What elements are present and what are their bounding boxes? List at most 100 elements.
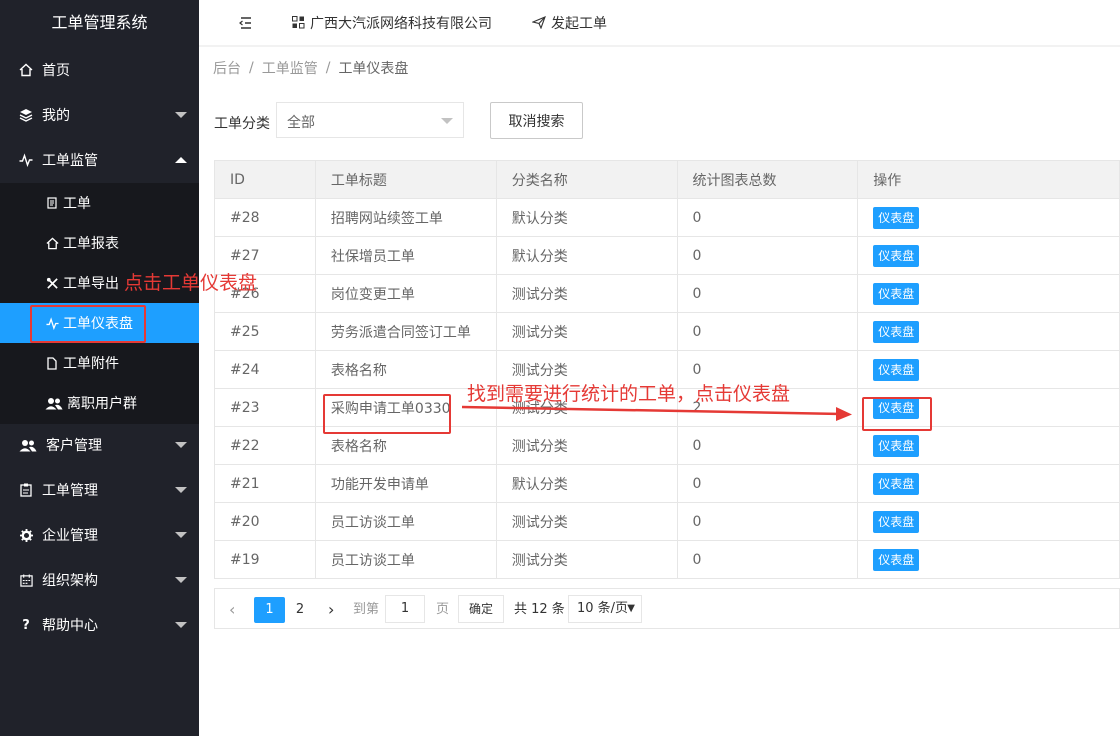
- chevron-down-icon: [175, 577, 187, 583]
- file-icon: [45, 356, 59, 370]
- category-select[interactable]: 全部: [276, 102, 464, 138]
- total-count: 共 12 条: [514, 602, 565, 617]
- page-size-value: 10 条/页: [577, 601, 629, 616]
- sidebar-subitem-attachment[interactable]: 工单附件: [0, 343, 199, 383]
- annotation-text-table: 找到需要进行统计的工单，点击仪表盘: [467, 383, 791, 405]
- annotation-box-row: [323, 394, 451, 434]
- cell-category: 默认分类: [495, 198, 678, 237]
- chevron-up-icon: [175, 157, 187, 163]
- cell-category: 测试分类: [495, 312, 678, 351]
- chevron-down-icon: [175, 622, 187, 628]
- cell-count: 0: [676, 312, 859, 351]
- cell-count: 0: [676, 236, 859, 275]
- prev-page-icon[interactable]: ‹: [229, 597, 235, 623]
- cell-id: #22: [214, 426, 316, 465]
- layers-icon: [19, 108, 33, 122]
- users-icon: [45, 396, 63, 410]
- send-icon: [532, 16, 546, 29]
- cell-category: 默认分类: [495, 464, 678, 503]
- cell-category: 测试分类: [495, 540, 678, 579]
- sidebar-item-ticket-manage[interactable]: 工单管理: [0, 470, 199, 510]
- cell-count: 0: [676, 502, 859, 541]
- cell-category: 测试分类: [495, 502, 678, 541]
- dashboard-button[interactable]: 仪表盘: [873, 548, 920, 571]
- create-ticket-label: 发起工单: [551, 15, 607, 32]
- breadcrumb-item-supervision[interactable]: 工单监管: [262, 58, 318, 78]
- chevron-down-icon: [175, 442, 187, 448]
- breadcrumb: 后台 / 工单监管 / 工单仪表盘: [199, 47, 1120, 89]
- sidebar-subitem-ticket[interactable]: 工单: [0, 183, 199, 223]
- cell-count: 0: [676, 464, 859, 503]
- chevron-down-icon: [175, 487, 187, 493]
- cell-title: 岗位变更工单: [314, 274, 497, 313]
- dashboard-button[interactable]: 仪表盘: [873, 358, 920, 381]
- cell-count: 0: [676, 426, 859, 465]
- page-1-button[interactable]: 1: [254, 597, 285, 623]
- menu-toggle-icon[interactable]: [237, 0, 253, 45]
- tools-icon: [45, 276, 59, 290]
- dashboard-button[interactable]: 仪表盘: [873, 244, 920, 267]
- cell-action: 仪表盘: [857, 312, 1120, 351]
- cell-title: 员工访谈工单: [314, 502, 497, 541]
- page-2-button[interactable]: 2: [291, 597, 309, 623]
- table-row: #28 招聘网站续签工单 默认分类 0 仪表盘: [214, 198, 1120, 237]
- sidebar-item-mine[interactable]: 我的: [0, 95, 199, 135]
- table-row: #19 员工访谈工单 测试分类 0 仪表盘: [214, 540, 1120, 579]
- sidebar-item-customers[interactable]: 客户管理: [0, 425, 199, 465]
- cell-category: 测试分类: [495, 274, 678, 313]
- cell-action: 仪表盘: [857, 426, 1120, 465]
- company-name: 广西大汽派网络科技有限公司: [310, 15, 492, 32]
- sidebar-item-enterprise[interactable]: 企业管理: [0, 515, 199, 555]
- sidebar-item-org[interactable]: 组织架构: [0, 560, 199, 600]
- table-row: #27 社保增员工单 默认分类 0 仪表盘: [214, 236, 1120, 275]
- users-icon: [19, 438, 37, 452]
- col-header-category: 分类名称: [495, 160, 678, 199]
- sidebar-subitem-report[interactable]: 工单报表: [0, 223, 199, 263]
- sidebar-item-help[interactable]: ? 帮助中心: [0, 605, 199, 645]
- dashboard-button[interactable]: 仪表盘: [873, 320, 920, 343]
- cell-action: 仪表盘: [857, 540, 1120, 579]
- calendar-icon: [19, 573, 33, 587]
- cell-action: 仪表盘: [857, 350, 1120, 389]
- table-row: #25 劳务派遣合同签订工单 测试分类 0 仪表盘: [214, 312, 1120, 351]
- cell-title: 员工访谈工单: [314, 540, 497, 579]
- goto-page-input[interactable]: 1: [385, 595, 425, 623]
- dashboard-button[interactable]: 仪表盘: [873, 510, 920, 533]
- chevron-down-icon: [175, 112, 187, 118]
- home-icon: [19, 63, 33, 77]
- dashboard-button[interactable]: 仪表盘: [873, 282, 920, 305]
- sidebar-item-home[interactable]: 首页: [0, 50, 199, 90]
- breadcrumb-sep: /: [325, 60, 331, 76]
- cell-id: #24: [214, 350, 316, 389]
- cell-category: 测试分类: [495, 426, 678, 465]
- dashboard-button[interactable]: 仪表盘: [873, 472, 920, 495]
- table-row: #21 功能开发申请单 默认分类 0 仪表盘: [214, 464, 1120, 503]
- table-row: #26 岗位变更工单 测试分类 0 仪表盘: [214, 274, 1120, 313]
- filter-label: 工单分类: [214, 116, 270, 132]
- annotation-box-sidebar: [30, 305, 146, 343]
- cell-action: 仪表盘: [857, 464, 1120, 503]
- gear-icon: [19, 528, 33, 542]
- sidebar-subitem-resigned-group[interactable]: 离职用户群: [0, 383, 199, 423]
- chevron-down-icon: [175, 532, 187, 538]
- cell-category: 默认分类: [495, 236, 678, 275]
- company-switcher[interactable]: 广西大汽派网络科技有限公司: [292, 0, 492, 45]
- cell-id: #25: [214, 312, 316, 351]
- cell-id: #19: [214, 540, 316, 579]
- cell-count: 0: [676, 274, 859, 313]
- dashboard-button[interactable]: 仪表盘: [873, 434, 920, 457]
- next-page-icon[interactable]: ›: [328, 597, 334, 623]
- goto-confirm-button[interactable]: 确定: [458, 595, 504, 623]
- cell-title: 招聘网站续签工单: [314, 198, 497, 237]
- cell-count: 0: [676, 540, 859, 579]
- create-ticket-link[interactable]: 发起工单: [532, 0, 607, 45]
- dashboard-button[interactable]: 仪表盘: [873, 206, 920, 229]
- app-title: 工单管理系统: [51, 13, 148, 32]
- sidebar-item-ticket-supervision[interactable]: 工单监管: [0, 140, 199, 180]
- cell-id: #23: [214, 388, 316, 427]
- pagination: ‹ 1 2 › 到第 1 页 确定 共 12 条 10 条/页 ▼: [214, 588, 1120, 629]
- cell-action: 仪表盘: [857, 236, 1120, 275]
- page-size-select[interactable]: 10 条/页 ▼: [568, 595, 642, 623]
- cancel-search-button[interactable]: 取消搜索: [490, 102, 583, 139]
- breadcrumb-item-home[interactable]: 后台: [213, 58, 241, 78]
